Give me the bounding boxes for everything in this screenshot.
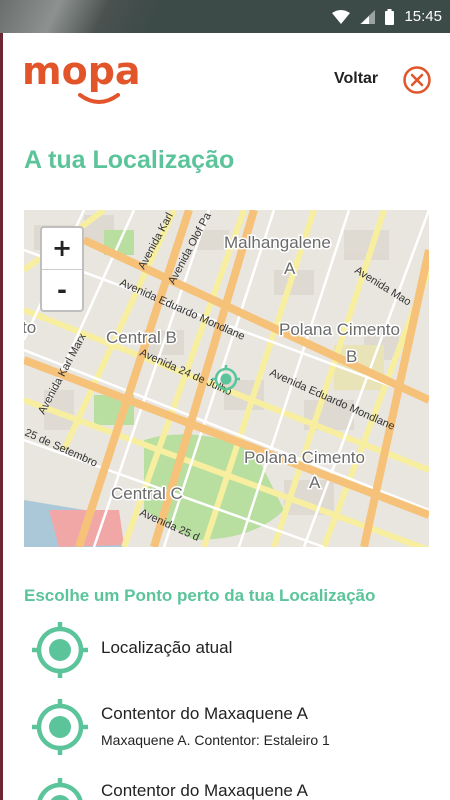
signal-icon [360, 9, 376, 24]
area-label: A [309, 473, 321, 492]
wifi-icon [332, 9, 351, 24]
area-label: to [24, 318, 36, 337]
status-icons: 15:45 [332, 0, 442, 33]
drawer-edge [0, 33, 3, 800]
list-item-point[interactable]: Contentor do Maxaquene A [24, 776, 424, 800]
list-item-point[interactable]: Contentor do Maxaquene A Maxaquene A. Co… [24, 697, 424, 759]
zoom-out-button[interactable]: - [42, 270, 82, 311]
map-canvas[interactable]: Avenida Eduardo Mondlane Avenida Eduardo… [24, 210, 429, 547]
area-label: Central C [111, 484, 183, 503]
list-item-name: Contentor do Maxaquene A [101, 781, 308, 800]
area-label: Central B [106, 328, 177, 347]
zoom-control: + - [40, 226, 84, 312]
back-button[interactable]: Voltar [334, 70, 378, 88]
list-item-name: Localização atual [101, 638, 233, 657]
area-label: Malhangalene [224, 233, 331, 252]
area-label: Polana Cimento [244, 448, 365, 467]
status-time: 15:45 [404, 8, 442, 25]
list-item-description: Maxaquene A. Contentor: Estaleiro 1 [101, 732, 330, 748]
page-title: A tua Localização [24, 146, 235, 174]
battery-icon [385, 8, 395, 25]
area-label: A [284, 259, 296, 278]
status-bar-shade [0, 0, 260, 33]
status-bar: 15:45 [0, 0, 450, 33]
area-label: Polana Cimento [279, 320, 400, 339]
location-target-icon [32, 699, 88, 755]
list-heading: Escolhe um Ponto perto da tua Localizaçã… [24, 586, 376, 605]
location-map[interactable]: Avenida Eduardo Mondlane Avenida Eduardo… [24, 210, 429, 547]
list-item-current[interactable]: Localização atual [24, 620, 424, 680]
mopa-logo: mopa [22, 49, 141, 93]
zoom-in-button[interactable]: + [42, 228, 82, 269]
close-icon[interactable] [402, 65, 432, 95]
area-label: B [346, 347, 357, 366]
location-target-icon [32, 622, 88, 678]
logo-smile-mark [78, 93, 120, 104]
list-item-name: Contentor do Maxaquene A [101, 704, 308, 723]
location-target-icon [37, 778, 83, 800]
